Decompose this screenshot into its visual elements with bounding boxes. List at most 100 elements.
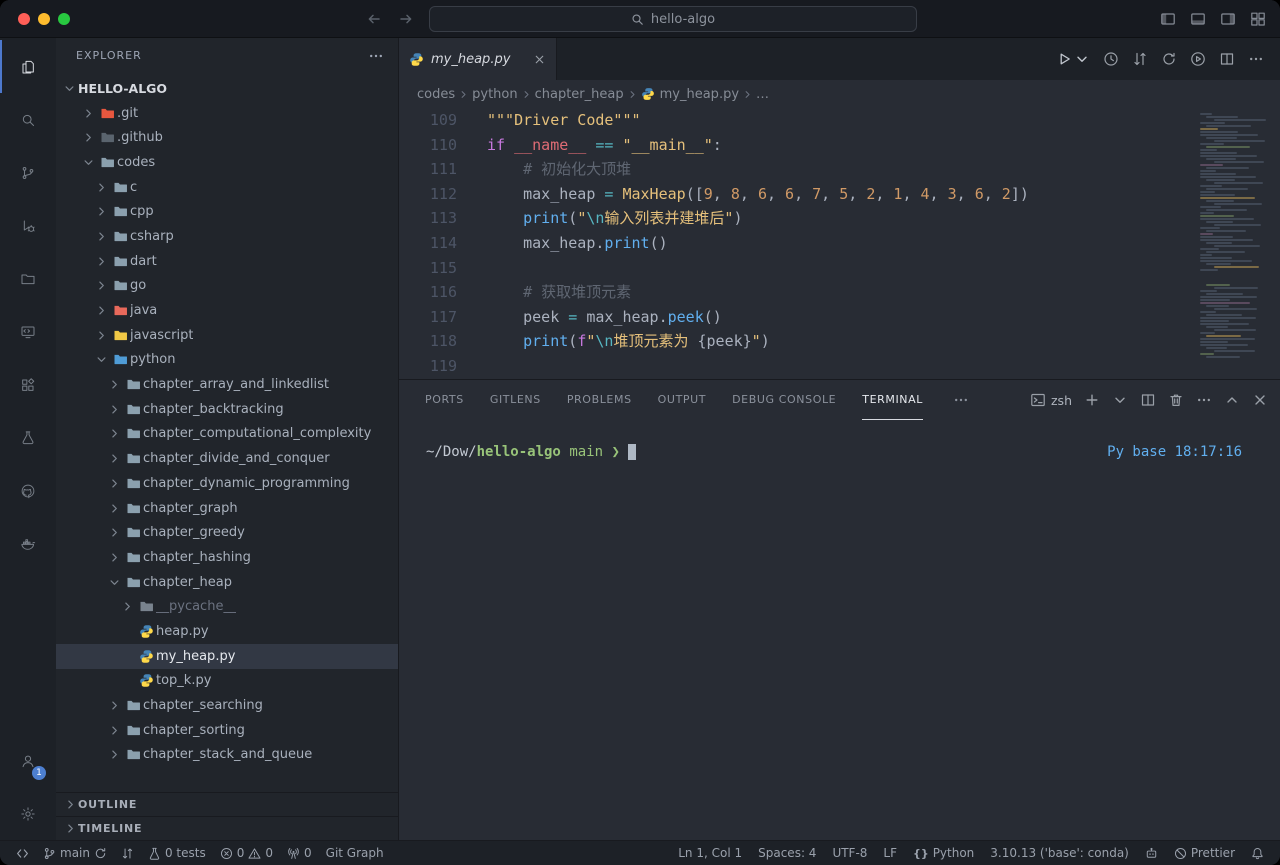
status-git-graph[interactable]: Git Graph: [320, 841, 390, 865]
code-editor[interactable]: 109"""Driver Code"""110if __name__ == "_…: [399, 108, 1280, 379]
tree-item-github[interactable]: .github: [56, 125, 398, 150]
tree-item-javascript[interactable]: javascript: [56, 323, 398, 348]
tree-item-__pycache__[interactable]: __pycache__: [56, 594, 398, 619]
ellipsis-icon[interactable]: [953, 392, 969, 408]
kill-terminal[interactable]: [1168, 392, 1184, 408]
status-test-status[interactable]: 0 tests: [142, 841, 212, 865]
tree-root-hello-algo[interactable]: HELLO-ALGO: [56, 76, 398, 101]
breadcrumb-item[interactable]: …: [756, 87, 769, 102]
more-actions[interactable]: [1196, 392, 1212, 408]
panel-tab-output[interactable]: OUTPUT: [658, 380, 706, 420]
status-notifications[interactable]: [1245, 841, 1270, 865]
panel-tab-gitlens[interactable]: GITLENS: [490, 380, 541, 420]
activity-item-testing[interactable]: [0, 411, 56, 464]
panel-tab-terminal[interactable]: TERMINAL: [862, 380, 923, 420]
interactive-window-icon[interactable]: [1190, 51, 1206, 67]
status-encoding[interactable]: UTF-8: [826, 841, 873, 865]
tree-item-chapter_computational_complexity[interactable]: chapter_computational_complexity: [56, 422, 398, 447]
status-problems-status[interactable]: 00: [214, 841, 279, 865]
activity-item-source-control[interactable]: [0, 146, 56, 199]
close-tab-icon[interactable]: [533, 53, 546, 66]
explorer-more-actions-icon[interactable]: [368, 48, 384, 64]
tree-item-chapter_heap[interactable]: chapter_heap: [56, 570, 398, 595]
tree-item-c[interactable]: c: [56, 175, 398, 200]
tree-item-git[interactable]: .git: [56, 101, 398, 126]
new-terminal[interactable]: [1084, 392, 1100, 408]
breadcrumb-item[interactable]: python: [472, 87, 517, 102]
activity-item-explorer[interactable]: [0, 40, 56, 93]
status-ports-status[interactable]: 0: [281, 841, 318, 865]
run-history-icon[interactable]: [1103, 51, 1119, 67]
layout-left-icon[interactable]: [1160, 11, 1176, 27]
activity-item-docker[interactable]: [0, 517, 56, 570]
tree-item-my_heappy[interactable]: my_heap.py: [56, 644, 398, 669]
maximize-panel[interactable]: [1224, 392, 1240, 408]
compare-changes-icon[interactable]: [1132, 51, 1148, 67]
activity-item-github[interactable]: [0, 464, 56, 517]
activity-item-remote-explorer[interactable]: [0, 305, 56, 358]
status-cursor-position[interactable]: Ln 1, Col 1: [672, 841, 748, 865]
run-button[interactable]: [1056, 51, 1090, 67]
tree-item-csharp[interactable]: csharp: [56, 224, 398, 249]
outline-section[interactable]: OUTLINE: [56, 792, 398, 816]
activity-item-extensions[interactable]: [0, 358, 56, 411]
status-indentation[interactable]: Spaces: 4: [752, 841, 822, 865]
tree-item-chapter_backtracking[interactable]: chapter_backtracking: [56, 397, 398, 422]
restart-icon[interactable]: [1161, 51, 1177, 67]
breadcrumb-item[interactable]: codes: [417, 87, 455, 102]
terminal-profile[interactable]: zsh: [1030, 392, 1072, 408]
status-remote-indicator[interactable]: [10, 841, 35, 865]
tree-item-top_kpy[interactable]: top_k.py: [56, 669, 398, 694]
tree-item-chapter_greedy[interactable]: chapter_greedy: [56, 520, 398, 545]
activity-item-accounts[interactable]: 1: [0, 734, 56, 787]
tree-item-chapter_sorting[interactable]: chapter_sorting: [56, 718, 398, 743]
minimize-window-button[interactable]: [38, 13, 50, 25]
tree-item-java[interactable]: java: [56, 298, 398, 323]
status-extension-status[interactable]: [1139, 841, 1164, 865]
status-gitlens-compare[interactable]: [115, 841, 140, 865]
back-arrow-icon[interactable]: [366, 11, 382, 27]
breadcrumb-item[interactable]: chapter_heap: [535, 87, 624, 102]
command-center-search[interactable]: hello-algo: [429, 6, 917, 32]
split-terminal[interactable]: [1140, 392, 1156, 408]
split-editor-icon[interactable]: [1219, 51, 1235, 67]
tree-item-chapter_stack_and_queue[interactable]: chapter_stack_and_queue: [56, 743, 398, 768]
minimap[interactable]: [1196, 113, 1268, 359]
status-prettier-status[interactable]: Prettier: [1168, 841, 1241, 865]
tree-item-chapter_divide_and_conquer[interactable]: chapter_divide_and_conquer: [56, 446, 398, 471]
panel-tab-problems[interactable]: PROBLEMS: [567, 380, 632, 420]
status-git-branch-status[interactable]: main: [37, 841, 113, 865]
activity-item-search[interactable]: [0, 93, 56, 146]
tree-item-codes[interactable]: codes: [56, 150, 398, 175]
layout-grid-icon[interactable]: [1250, 11, 1266, 27]
tree-item-cpp[interactable]: cpp: [56, 199, 398, 224]
tree-item-chapter_dynamic_programming[interactable]: chapter_dynamic_programming: [56, 471, 398, 496]
layout-bottom-icon[interactable]: [1190, 11, 1206, 27]
launch-profile[interactable]: [1112, 392, 1128, 408]
status-python-interpreter[interactable]: 3.10.13 ('base': conda): [984, 841, 1135, 865]
activity-item-settings[interactable]: [0, 787, 56, 840]
status-eol[interactable]: LF: [877, 841, 903, 865]
zoom-window-button[interactable]: [58, 13, 70, 25]
close-panel[interactable]: [1252, 392, 1268, 408]
forward-arrow-icon[interactable]: [398, 11, 414, 27]
panel-tab-debug-console[interactable]: DEBUG CONSOLE: [732, 380, 836, 420]
breadcrumb-item[interactable]: my_heap.py: [641, 87, 739, 102]
tree-item-chapter_searching[interactable]: chapter_searching: [56, 693, 398, 718]
tree-item-chapter_graph[interactable]: chapter_graph: [56, 496, 398, 521]
status-language-mode[interactable]: {}Python: [907, 841, 980, 865]
tree-item-chapter_hashing[interactable]: chapter_hashing: [56, 545, 398, 570]
tree-item-heappy[interactable]: heap.py: [56, 619, 398, 644]
layout-right-icon[interactable]: [1220, 11, 1236, 27]
tab-my-heap-py[interactable]: my_heap.py: [399, 38, 557, 80]
close-window-button[interactable]: [18, 13, 30, 25]
activity-item-project-manager[interactable]: [0, 252, 56, 305]
panel-tab-ports[interactable]: PORTS: [425, 380, 464, 420]
activity-item-run-debug[interactable]: [0, 199, 56, 252]
tree-item-python[interactable]: python: [56, 348, 398, 373]
tree-item-chapter_array_and_linkedlist[interactable]: chapter_array_and_linkedlist: [56, 372, 398, 397]
tree-item-go[interactable]: go: [56, 274, 398, 299]
timeline-section[interactable]: TIMELINE: [56, 816, 398, 840]
terminal[interactable]: ~/Dow/hello-algo main ❯ Py base 18:17:16: [399, 420, 1280, 840]
tree-item-dart[interactable]: dart: [56, 249, 398, 274]
